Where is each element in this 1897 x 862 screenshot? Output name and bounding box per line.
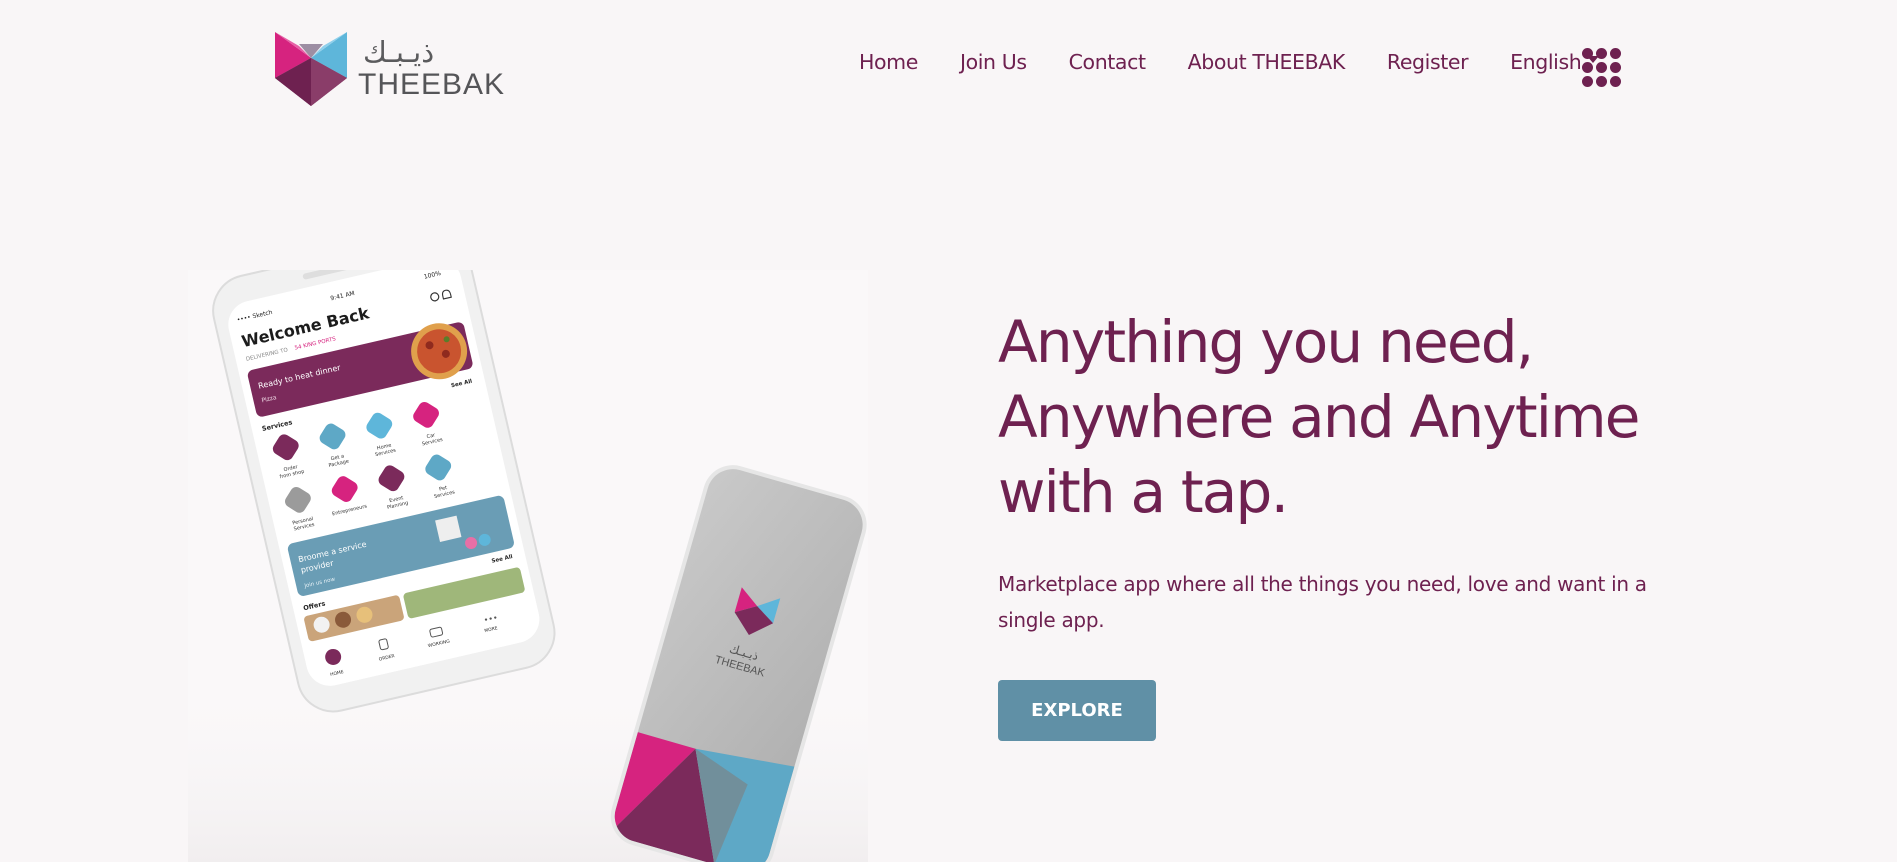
- nav-contact[interactable]: Contact: [1069, 52, 1146, 73]
- explore-button[interactable]: EXPLORE: [998, 680, 1156, 741]
- hero-title-line: with a tap.: [998, 458, 1289, 526]
- hero-title: Anything you need, Anywhere and Anytime …: [998, 305, 1718, 530]
- nav-about[interactable]: About THEEBAK: [1188, 52, 1346, 73]
- hero-title-line: Anywhere and Anytime: [998, 383, 1640, 451]
- nav-register[interactable]: Register: [1387, 52, 1469, 73]
- page: ذيـبـك THEEBAK Home Join Us Contact Abou…: [0, 0, 1897, 862]
- main-nav: Home Join Us Contact About THEEBAK Regis…: [859, 50, 1600, 74]
- nav-home[interactable]: Home: [859, 52, 918, 73]
- grid-dots-icon[interactable]: [1582, 48, 1625, 88]
- language-label: English: [1510, 50, 1582, 74]
- hero-phones-illustration: ذيـبـك THEEBAK •••• Sketch 9:41 AM 100% …: [188, 270, 868, 862]
- wolf-logo-icon: [275, 32, 347, 106]
- hero-title-line: Anything you need,: [998, 308, 1534, 376]
- logo-wordmark: THEEBAK: [358, 68, 506, 101]
- hero-subtitle: Marketplace app where all the things you…: [998, 572, 1647, 632]
- nav-join-us[interactable]: Join Us: [960, 52, 1027, 73]
- logo-arabic-text: ذيـبـك: [363, 35, 435, 69]
- brand-logo[interactable]: ذيـبـك THEEBAK: [273, 28, 504, 110]
